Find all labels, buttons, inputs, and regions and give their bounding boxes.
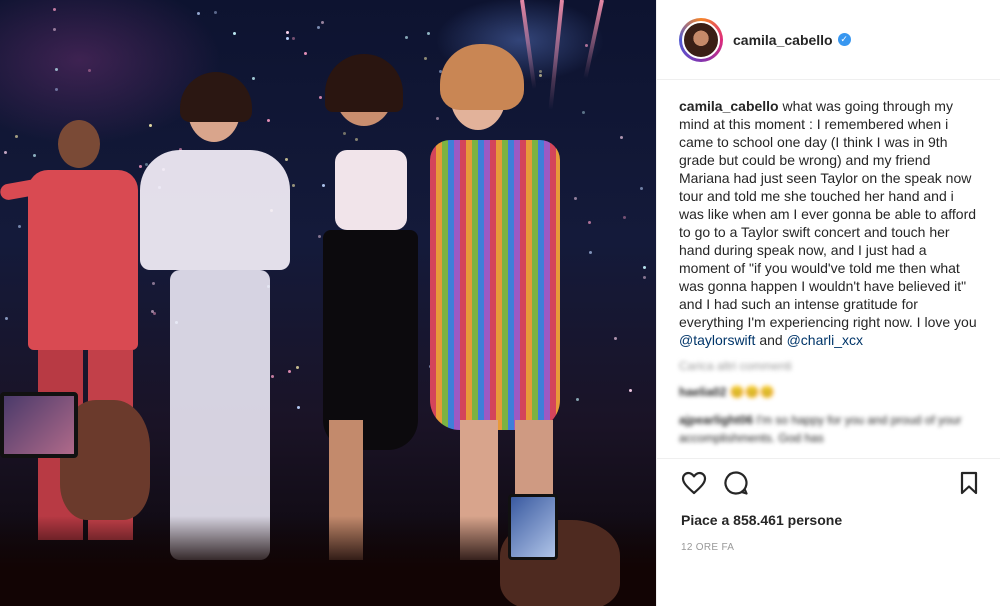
post-side-panel: camila_cabello ✓ camila_cabello what was…	[656, 0, 1000, 606]
sparkle-dot	[321, 21, 324, 24]
sparkle-dot	[614, 337, 617, 340]
sparkle-dot	[643, 266, 646, 269]
performer-black-outfit	[295, 54, 435, 560]
action-bar	[657, 458, 1000, 506]
save-button[interactable]	[954, 468, 984, 498]
likes-count[interactable]: Piace a 858.461 persone	[657, 512, 1000, 528]
audience-phone-screen	[508, 494, 558, 560]
avatar[interactable]	[679, 17, 723, 62]
sparkle-dot	[197, 12, 200, 15]
sparkle-dot	[5, 317, 8, 320]
comment-username[interactable]: ajpearlight06	[679, 413, 753, 427]
comment-username[interactable]: haelia02	[679, 385, 726, 399]
post-timestamp[interactable]: 12 ORE FA	[657, 542, 1000, 553]
sparkle-dot	[214, 11, 217, 14]
caption: camila_cabello what was going through my…	[679, 97, 978, 349]
sparkle-dot	[643, 276, 646, 279]
avatar-image	[682, 20, 720, 59]
sparkle-dot	[304, 52, 307, 55]
audience-phone-screen	[0, 392, 78, 458]
like-button[interactable]	[679, 468, 709, 498]
sparkle-dot	[53, 8, 56, 11]
post-header: camila_cabello ✓	[657, 0, 1000, 80]
sparkle-dot	[233, 32, 236, 35]
heart-icon	[681, 471, 707, 494]
sparkle-dot	[317, 26, 320, 29]
sparkle-dot	[427, 32, 430, 35]
comment-bubble-icon	[724, 470, 748, 495]
sparkle-dot	[620, 136, 623, 139]
sparkle-dot	[286, 37, 289, 40]
caption-connector: and	[759, 332, 783, 348]
sparkle-dot	[623, 216, 626, 219]
sparkle-dot	[640, 187, 643, 190]
sparkle-dot	[88, 69, 91, 72]
sparkle-dot	[4, 151, 7, 154]
bookmark-icon	[960, 471, 978, 494]
comment-text: 😊😊😊	[729, 385, 775, 399]
verified-badge-icon: ✓	[837, 33, 851, 46]
comments-section: camila_cabello what was going through my…	[657, 80, 1000, 458]
caption-username[interactable]: camila_cabello	[679, 98, 779, 114]
comment-button[interactable]	[721, 468, 751, 498]
sparkle-dot	[53, 28, 56, 31]
sparkle-dot	[286, 31, 289, 34]
load-more-comments-link[interactable]: Carica altri commenti	[679, 359, 978, 373]
comment-item: haelia02 😊😊😊	[679, 383, 978, 401]
sparkle-dot	[292, 37, 295, 40]
sparkle-dot	[629, 389, 632, 392]
sparkle-dot	[405, 36, 408, 39]
mention-charli-xcx[interactable]: @charli_xcx	[787, 332, 863, 348]
mention-taylorswift[interactable]: @taylorswift	[679, 332, 755, 348]
post-photo[interactable]	[0, 0, 656, 606]
header-username[interactable]: camila_cabello	[733, 32, 833, 48]
instagram-post: camila_cabello ✓ camila_cabello what was…	[0, 0, 1000, 606]
caption-text: what was going through my mind at this m…	[679, 98, 977, 330]
sparkle-dot	[55, 68, 58, 71]
comment-item: ajpearlight06 I'm so happy for you and p…	[679, 411, 978, 447]
sparkle-dot	[55, 88, 58, 91]
performer-sequin-dress	[420, 40, 610, 560]
